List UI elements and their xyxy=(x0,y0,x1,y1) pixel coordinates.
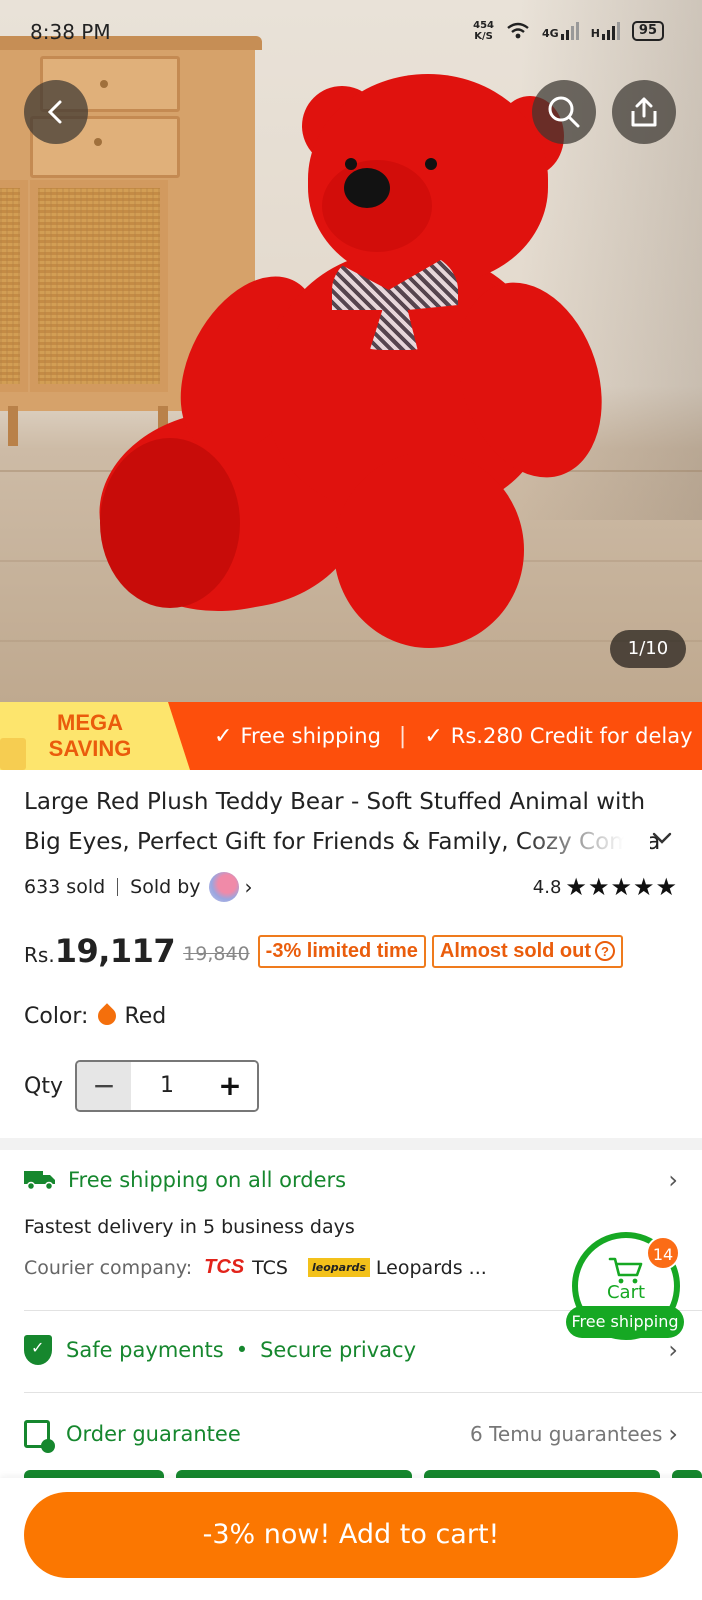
qty-row: Qty − 1 + xyxy=(24,1060,259,1112)
add-to-cart-button[interactable]: -3% now! Add to cart! xyxy=(24,1492,678,1578)
cart-count-badge: 14 xyxy=(646,1236,680,1270)
share-icon xyxy=(631,97,657,127)
wifi-icon xyxy=(507,22,529,39)
title-fade xyxy=(520,822,650,862)
chevron-left-icon xyxy=(47,100,62,124)
qty-label: Qty xyxy=(24,1073,63,1099)
guarantee-tab xyxy=(176,1470,412,1478)
seller-avatar[interactable] xyxy=(208,872,239,902)
currency-label: Rs. xyxy=(24,943,55,967)
stock-tag-label: Almost sold out xyxy=(439,939,592,962)
guarantee-tabs xyxy=(24,1470,702,1478)
promo-items: ✓ Free shipping | ✓ Rs.280 Credit for de… xyxy=(214,702,693,770)
network-h-label: H xyxy=(590,27,600,40)
discount-tag: -3% limited time xyxy=(257,934,426,968)
check-icon: ✓ xyxy=(214,723,233,749)
order-guarantee-row[interactable]: Order guarantee 6 Temu guarantees › xyxy=(24,1416,678,1453)
network-4g-label: 4G xyxy=(542,27,559,40)
section-divider xyxy=(0,1138,702,1150)
tcs-logo: TCS xyxy=(204,1256,245,1278)
shield-check-icon xyxy=(24,1335,52,1365)
check-icon: ✓ xyxy=(424,723,443,749)
leopards-logo: leopards xyxy=(307,1258,370,1277)
promo-banner[interactable]: MEGA SAVING ✓ Free shipping | ✓ Rs.280 C… xyxy=(0,702,702,770)
divider xyxy=(117,878,119,896)
guarantee-tab xyxy=(672,1470,702,1478)
star-rating-icon: ★★★★★ xyxy=(565,873,678,901)
qty-value[interactable]: 1 xyxy=(130,1062,203,1110)
price-row: Rs. 19,117 19,840 -3% limited time Almos… xyxy=(24,926,629,976)
secure-privacy-label: Secure privacy xyxy=(260,1338,417,1362)
courier-tcs: TCS xyxy=(252,1256,288,1279)
guarantee-tab xyxy=(424,1470,660,1478)
cart-free-shipping-pill: Free shipping xyxy=(566,1306,684,1338)
cart-label: Cart xyxy=(606,1282,646,1303)
guarantee-count: 6 Temu guarantees xyxy=(470,1422,663,1446)
original-price: 19,840 xyxy=(183,943,250,965)
color-row[interactable]: Color: Red xyxy=(24,996,166,1036)
status-icons: 454 K/S 4G H 95 xyxy=(473,20,664,42)
shipping-row[interactable]: Free shipping on all orders › xyxy=(24,1162,678,1198)
courier-label: Courier company: xyxy=(24,1256,193,1279)
delivery-info: Fastest delivery in 5 business days xyxy=(24,1216,355,1238)
safe-payments-label: Safe payments xyxy=(66,1338,224,1362)
stock-tag[interactable]: Almost sold out? xyxy=(431,934,624,968)
cart-icon xyxy=(608,1257,643,1284)
speed-value: 454 xyxy=(473,20,494,31)
qty-increase-button[interactable]: + xyxy=(202,1062,257,1110)
guarantee-tab xyxy=(24,1470,164,1478)
qty-decrease-button[interactable]: − xyxy=(76,1062,131,1110)
sales-row: 633 sold Sold by › 4.8 ★★★★★ xyxy=(24,870,678,904)
chevron-right-icon: › xyxy=(668,1166,678,1194)
signal-h-icon: H xyxy=(591,22,620,40)
search-button[interactable] xyxy=(532,80,596,144)
courier-row: Courier company: TCS TCS leopards Leopar… xyxy=(24,1256,487,1279)
search-icon xyxy=(548,96,580,128)
promo-divider: | xyxy=(398,723,407,749)
gift-icon xyxy=(0,738,26,770)
mega-saving-label: MEGA SAVING xyxy=(48,710,132,761)
chevron-right-icon: › xyxy=(668,1336,678,1364)
back-button[interactable] xyxy=(24,80,88,144)
shipping-heading: Free shipping on all orders xyxy=(68,1168,347,1192)
image-counter: 1/10 xyxy=(610,630,686,668)
quantity-stepper[interactable]: − 1 + xyxy=(74,1060,259,1112)
teddy-bear-illustration xyxy=(0,0,702,702)
speed-unit: K/S xyxy=(474,31,493,42)
signal-4g-icon: 4G xyxy=(542,22,579,40)
rating-value: 4.8 xyxy=(532,876,562,898)
promo-free-shipping: Free shipping xyxy=(240,724,381,748)
chevron-right-icon: › xyxy=(668,1420,678,1448)
seller-chevron-icon[interactable]: › xyxy=(245,875,253,899)
color-value: Red xyxy=(124,1003,167,1029)
help-icon: ? xyxy=(595,941,616,962)
battery-icon: 95 xyxy=(631,21,664,41)
sold-by-label: Sold by xyxy=(130,876,201,898)
divider xyxy=(24,1392,702,1393)
status-time: 8:38 PM xyxy=(30,20,111,44)
order-guarantee-label: Order guarantee xyxy=(66,1422,241,1446)
chevron-down-icon xyxy=(652,832,672,844)
color-swatch-icon xyxy=(94,1003,121,1029)
product-image[interactable] xyxy=(0,0,702,702)
guarantee-icon xyxy=(24,1420,55,1453)
separator-dot: • xyxy=(235,1338,249,1362)
mega-saving-badge: MEGA SAVING xyxy=(0,702,190,770)
rating[interactable]: 4.8 ★★★★★ xyxy=(533,873,678,901)
status-bar: 8:38 PM 454 K/S 4G H 95 xyxy=(0,0,702,70)
truck-icon xyxy=(24,1171,55,1191)
current-price: 19,117 xyxy=(54,932,176,970)
expand-title-button[interactable] xyxy=(652,826,672,850)
color-label: Color: xyxy=(24,1003,89,1029)
courier-leopards: Leopards ... xyxy=(375,1256,487,1279)
share-button[interactable] xyxy=(612,80,676,144)
bottom-bar: -3% now! Add to cart! xyxy=(0,1478,702,1600)
promo-credit: Rs.280 Credit for delay xyxy=(450,724,693,748)
network-speed: 454 K/S xyxy=(473,20,494,42)
sold-count: 633 sold xyxy=(24,876,106,898)
